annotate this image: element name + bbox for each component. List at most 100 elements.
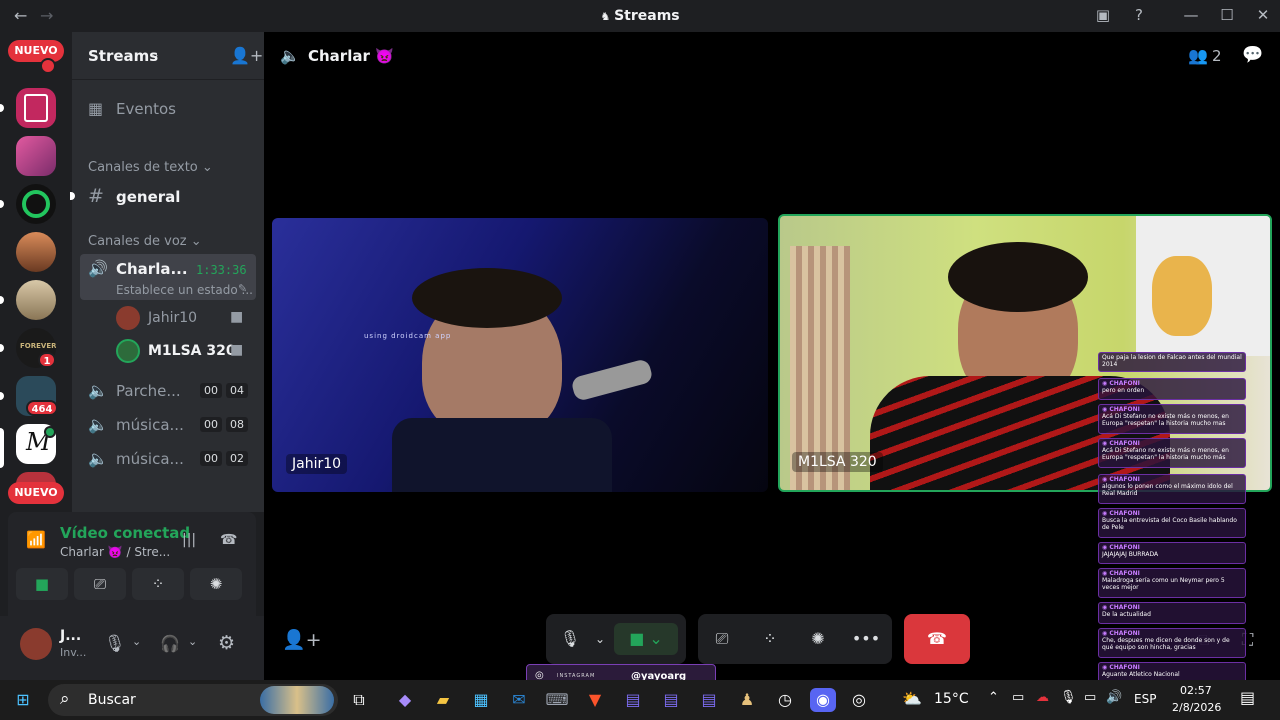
microphone-button[interactable]: 🎙 [554, 623, 586, 655]
unread-indicator [70, 192, 75, 200]
chevron-down-icon[interactable]: ⌄ [584, 623, 616, 655]
app-icon-4[interactable]: ♟ [734, 688, 760, 712]
text-category[interactable]: Canales de texto ⌄ [88, 160, 213, 175]
keyboard-app-icon[interactable]: ⌨ [544, 688, 570, 712]
notifications-icon[interactable]: ▤ [1240, 688, 1255, 707]
new-badge[interactable]: NUEVO [8, 40, 64, 62]
connection-status[interactable]: Vídeo conectad [60, 524, 190, 542]
weather-icon[interactable]: ⛅ [902, 689, 922, 708]
server-icon-4[interactable] [16, 232, 56, 272]
screen-share-button[interactable]: ⎚ [74, 568, 126, 600]
new-badge[interactable]: NUEVO [8, 482, 64, 504]
language-indicator[interactable]: ESP [1134, 692, 1156, 706]
participants-icon[interactable]: 👥 [1188, 46, 1208, 65]
edit-icon[interactable]: ✎ [238, 282, 247, 295]
camera-toggle-button[interactable]: ■ [16, 568, 68, 600]
avatar[interactable] [20, 628, 52, 660]
tray-icon-1[interactable]: ▭ [1012, 690, 1024, 705]
connection-channel[interactable]: Charlar 👿 / Stre... [60, 545, 170, 559]
video-subject-body [392, 418, 612, 492]
network-icon[interactable]: ▭ [1084, 690, 1096, 705]
voice-category[interactable]: Canales de voz ⌄ [88, 234, 202, 249]
close-button[interactable]: ✕ [1248, 6, 1278, 24]
clock-time[interactable]: 02:57 [1180, 684, 1212, 697]
discord-taskbar-icon[interactable]: ◉ [810, 688, 836, 712]
tile-name: Jahir10 [286, 454, 348, 474]
voice-channel[interactable]: 🔈 Parche... 00 04 [80, 376, 256, 406]
notification-badge [40, 58, 56, 74]
events-item[interactable]: ▦ Eventos [80, 94, 256, 124]
microphone-icon[interactable]: 🎙 [104, 634, 126, 654]
windows-start-icon[interactable]: ⊞ [10, 688, 36, 712]
app-icon-5[interactable]: ◎ [846, 688, 872, 712]
app-icon-2[interactable]: ▤ [658, 688, 684, 712]
soundboard-button[interactable]: ✺ [802, 623, 834, 655]
headphones-icon[interactable]: 🎧 [160, 634, 180, 653]
weather-temp[interactable]: 15°C [934, 691, 969, 707]
chat-message: ◉ CHAFONI Acá Di Stefano no existe más o … [1098, 404, 1246, 434]
channel-timer: 1:33:36 [196, 263, 247, 277]
inbox-icon[interactable]: ▣ [1088, 6, 1118, 24]
chat-bubble-icon[interactable]: 💬 [1242, 45, 1263, 65]
video-tile[interactable]: using droidcam app Jahir10 [272, 218, 768, 492]
minimize-button[interactable]: — [1176, 6, 1206, 24]
speaker-icon: 🔈 [88, 381, 108, 400]
chevron-up-icon[interactable]: ⌃ [988, 690, 999, 705]
voice-channel[interactable]: 🔈 música... 00 02 [80, 444, 256, 474]
server-icon-2[interactable] [16, 136, 56, 176]
microphone-tray-icon[interactable]: 🎙 [1060, 690, 1077, 705]
screen-share-button[interactable]: ⎚ [706, 623, 738, 655]
camera-button[interactable]: ■ ⌄ [614, 623, 678, 655]
store-icon[interactable]: ▦ [468, 688, 494, 712]
server-header[interactable]: Streams ⌄ 👤+ [72, 32, 264, 80]
camera-icon: ■ [230, 342, 244, 358]
copilot-icon[interactable]: ◆ [392, 688, 418, 712]
chat-message: ◉ CHAFONI pero en orden [1098, 378, 1246, 400]
chevron-down-icon: ⌄ [150, 47, 161, 61]
volume-icon[interactable]: 🔊 [1106, 690, 1122, 705]
voice-user-row[interactable]: M1LSA 320 ■ [112, 337, 256, 365]
speaker-icon: 🔈 [88, 449, 108, 468]
more-options-icon[interactable]: ••• [850, 623, 882, 655]
outlook-icon[interactable]: ✉ [506, 688, 532, 712]
disconnect-icon[interactable]: ☎ [220, 532, 237, 548]
channel-status[interactable]: Establece un estado ... [116, 283, 253, 297]
noise-suppression-icon[interactable]: ||| [182, 532, 196, 548]
video-subject-hair [412, 268, 562, 328]
help-icon[interactable]: ? [1124, 6, 1154, 24]
task-view-icon[interactable]: ⧉ [346, 688, 372, 712]
chevron-down-icon[interactable]: ⌄ [188, 635, 197, 648]
activities-button[interactable]: ⁘ [132, 568, 184, 600]
tray-icon-2[interactable]: ☁ [1036, 690, 1049, 705]
mention-badge: 1 [38, 352, 56, 368]
channel-general[interactable]: # general [80, 182, 256, 212]
voice-connection-panel: 📶 Vídeo conectad Charlar 👿 / Stre... |||… [8, 512, 256, 616]
chat-message: ◉ CHAFONI Busca la entrevista del Coco Ba… [1098, 508, 1246, 538]
chat-message: Que paja la lesion de Falcao antes del m… [1098, 352, 1246, 372]
voice-channel-active[interactable]: 🔊 Charla... 1:33:36 Establece un estado … [80, 254, 256, 300]
channel-sidebar: Streams ⌄ 👤+ ▦ Eventos Canales de texto … [70, 32, 264, 512]
app-icon-3[interactable]: ▤ [696, 688, 722, 712]
server-icon-3[interactable] [16, 184, 56, 224]
signal-icon: 📶 [26, 530, 46, 549]
invite-icon[interactable]: 👤+ [282, 628, 322, 651]
app-icon-1[interactable]: ▤ [620, 688, 646, 712]
brave-browser-icon[interactable]: ▼ [582, 688, 608, 712]
clock-app-icon[interactable]: ◷ [772, 688, 798, 712]
clock-date[interactable]: 2/8/2026 [1172, 701, 1221, 714]
activities-button[interactable]: ⁘ [754, 623, 786, 655]
disconnect-button[interactable]: ☎ [904, 614, 970, 664]
chevron-down-icon[interactable]: ⌄ [132, 635, 141, 648]
server-icon-5[interactable] [16, 280, 56, 320]
channel-title: Charlar 👿 [308, 47, 394, 65]
add-member-icon[interactable]: 👤+ [230, 46, 263, 65]
soundboard-button[interactable]: ✺ [190, 568, 242, 600]
voice-user-row[interactable]: Jahir10 ■ [112, 304, 256, 332]
maximize-button[interactable]: ☐ [1212, 6, 1242, 24]
voice-channel[interactable]: 🔈 música... 00 08 [80, 410, 256, 440]
file-explorer-icon[interactable]: ▰ [430, 688, 456, 712]
chat-message: ◉ CHAFONI Maladroga sería como un Neymar … [1098, 568, 1246, 598]
search-box[interactable]: ⌕ Buscar [48, 684, 338, 716]
gear-icon[interactable]: ⚙ [218, 632, 235, 654]
server-icon-1[interactable] [16, 88, 56, 128]
